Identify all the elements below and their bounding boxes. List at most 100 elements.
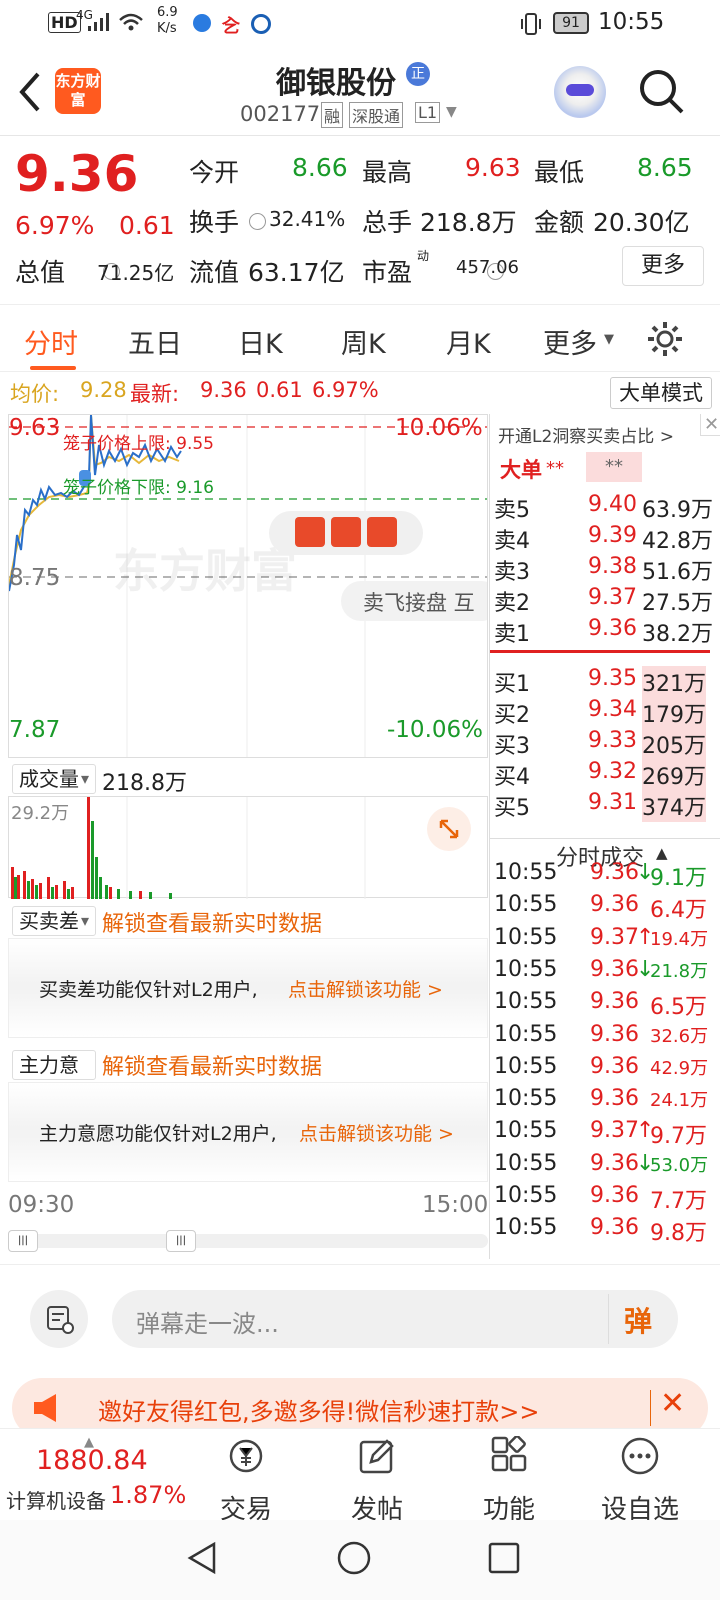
tick-time: 10:55 [494, 892, 558, 918]
tick-time: 10:55 [494, 1086, 558, 1112]
mf-unlock-title[interactable]: 解锁查看最新实时数据 [102, 1049, 322, 1081]
divider [490, 838, 720, 839]
bs-unlock-title[interactable]: 解锁查看最新实时数据 [102, 906, 322, 938]
sector-name[interactable]: 计算机设备 [6, 1485, 106, 1514]
tick-price: 9.36 [590, 989, 639, 1015]
stock-header: 东方财富 御银股份 正 002177 融 深股通 L1 ▼ [0, 48, 720, 136]
ask-row[interactable]: 卖5 9.40 63.9万 [490, 490, 720, 523]
chevron-down-icon[interactable]: ▼ [446, 104, 457, 120]
ask-row[interactable]: 卖1 9.36 38.2万 [490, 614, 720, 647]
expand-icon[interactable] [427, 807, 471, 851]
tab-intraday[interactable]: 分时 [24, 322, 78, 361]
level-price: 9.35 [588, 666, 637, 691]
nav-back-icon[interactable] [184, 1540, 220, 1576]
tab-more[interactable]: 更多 [543, 322, 597, 361]
chart-tabs: 分时 五日 日K 周K 月K 更多 ▼ [0, 306, 720, 372]
close-icon[interactable]: ✕ [700, 414, 720, 436]
bid-row[interactable]: 买4 9.32 269万 [490, 757, 720, 791]
volume-chart[interactable]: 29.2万 [8, 796, 488, 899]
tab-five-day[interactable]: 五日 [128, 322, 182, 361]
level-label: 卖1 [494, 622, 530, 647]
quote-panel: 9.36 6.97% 0.61 今开 8.66 最高 9.63 最低 8.65 … [0, 137, 720, 305]
sector-percent[interactable]: 1.87% [110, 1481, 186, 1509]
nav-home-icon[interactable] [336, 1540, 372, 1576]
divider [650, 1390, 651, 1426]
big-order-label: 大单 [500, 458, 542, 482]
settings-gear-icon[interactable] [646, 320, 684, 358]
connect-tag: 深股通 [349, 102, 404, 128]
average-line-bar: 均价: 9.28 最新: 9.36 0.61 6.97% 大单模式 [0, 374, 720, 414]
float-cap-value: 63.17亿 [248, 258, 345, 287]
app-logo[interactable]: 东方财富 [55, 68, 101, 114]
big-order-mode-button[interactable]: 大单模式 [610, 377, 712, 409]
market-cap-value: 71.25亿 [97, 261, 175, 285]
mf-notice: 主力意愿功能仅针对L2用户, [39, 1123, 277, 1145]
trade-tick-row: 10:55 9.37 ↑ 19.4万 [490, 923, 720, 955]
vibrate-icon [521, 13, 541, 35]
search-icon[interactable] [638, 68, 686, 116]
buy-sell-diff-select[interactable]: 买卖差 [12, 906, 96, 936]
axis-top-percent: 10.06% [395, 415, 483, 441]
info-smiley-icon[interactable] [249, 213, 266, 230]
ask-row[interactable]: 卖3 9.38 51.6万 [490, 552, 720, 585]
mf-unlock-link[interactable]: 点击解锁该功能 > [299, 1119, 454, 1146]
tick-time: 10:55 [494, 956, 558, 982]
nav-recents-icon[interactable] [486, 1540, 522, 1576]
tick-price: 9.36 [590, 1053, 639, 1079]
robot-avatar-icon[interactable] [554, 66, 606, 118]
fire-badge[interactable] [269, 511, 423, 555]
tick-volume: 9.1万 [650, 866, 707, 891]
bid-row[interactable]: 买1 9.35 321万 [490, 664, 720, 698]
volume-select[interactable]: 成交量 [12, 764, 96, 794]
tab-weekly-k[interactable]: 周K [341, 322, 386, 361]
post-button[interactable]: 发帖 [317, 1436, 437, 1526]
tab-daily-k[interactable]: 日K [238, 322, 283, 361]
bs-unlock-link[interactable]: 点击解锁该功能 > [288, 975, 443, 1002]
level-tag[interactable]: L1 [415, 102, 441, 123]
close-banner-icon[interactable]: ✕ [660, 1386, 685, 1421]
last-change: 0.61 [256, 378, 303, 402]
add-watchlist-button[interactable]: 设自选 [580, 1436, 700, 1526]
intraday-chart[interactable]: 9.63 10.06% 笼子价格上限: 9.55 笼子价格下限: 9.16 8.… [8, 414, 488, 758]
trade-tick-row: 10:55 9.36 ↓ 53.0万 [490, 1149, 720, 1181]
tick-volume: 9.7万 [650, 1124, 707, 1150]
bid-row[interactable]: 买3 9.33 205万 [490, 726, 720, 760]
range-right-handle[interactable]: ||| [166, 1230, 196, 1252]
last-price: 9.36 [15, 145, 139, 203]
tick-time: 10:55 [494, 1118, 558, 1144]
big-order-b: ** [586, 452, 642, 482]
wifi-icon [119, 13, 143, 31]
tick-volume: 6.4万 [650, 898, 707, 924]
comment-input[interactable]: 弹幕走一波... 弹 [112, 1290, 678, 1348]
danmaku-settings-icon[interactable] [30, 1290, 88, 1348]
ask-row[interactable]: 卖2 9.37 27.5万 [490, 583, 720, 616]
high-label: 最高 [362, 158, 413, 187]
functions-button[interactable]: 功能 [449, 1435, 569, 1526]
trade-tick-row: 10:55 9.36 ↓ 21.8万 [490, 955, 720, 987]
grid-apps-icon [491, 1435, 527, 1472]
tick-volume: 7.7万 [650, 1189, 707, 1214]
send-danmaku-button[interactable]: 弹 [624, 1300, 652, 1340]
ask-row[interactable]: 卖4 9.39 42.8万 [490, 521, 720, 554]
level-volume: 374万 [642, 790, 706, 822]
range-left-handle[interactable]: ||| [8, 1230, 38, 1252]
tick-volume: 21.8万 [650, 960, 709, 982]
back-arrow-icon[interactable] [14, 70, 44, 114]
more-button[interactable]: 更多 [622, 246, 704, 286]
level-volume: 27.5万 [642, 591, 713, 616]
sector-index-value[interactable]: 1880.84 [36, 1445, 148, 1476]
trade-button[interactable]: 交易 [186, 1436, 306, 1526]
bid-row[interactable]: 买2 9.34 179万 [490, 695, 720, 729]
trade-tick-row: 10:55 9.36 6.5万 [490, 987, 720, 1020]
trade-tick-row: 10:55 9.36 ↓ 9.1万 [490, 858, 720, 891]
main-force-select[interactable]: 主力意愿 [12, 1050, 96, 1107]
tick-time: 10:55 [494, 1150, 558, 1176]
bid-row[interactable]: 买5 9.31 374万 [490, 788, 720, 822]
sell-fly-ad[interactable]: 卖飞接盘 互 [341, 581, 487, 621]
big-order-a: ** [546, 458, 564, 479]
l2-upgrade-tip[interactable]: 开通L2洞察买卖占比 > [498, 422, 674, 447]
level-volume: 63.9万 [642, 498, 713, 523]
time-range-scrollbar[interactable]: ||| ||| [8, 1230, 488, 1252]
last-percent: 6.97% [312, 378, 379, 402]
tab-monthly-k[interactable]: 月K [446, 322, 491, 361]
